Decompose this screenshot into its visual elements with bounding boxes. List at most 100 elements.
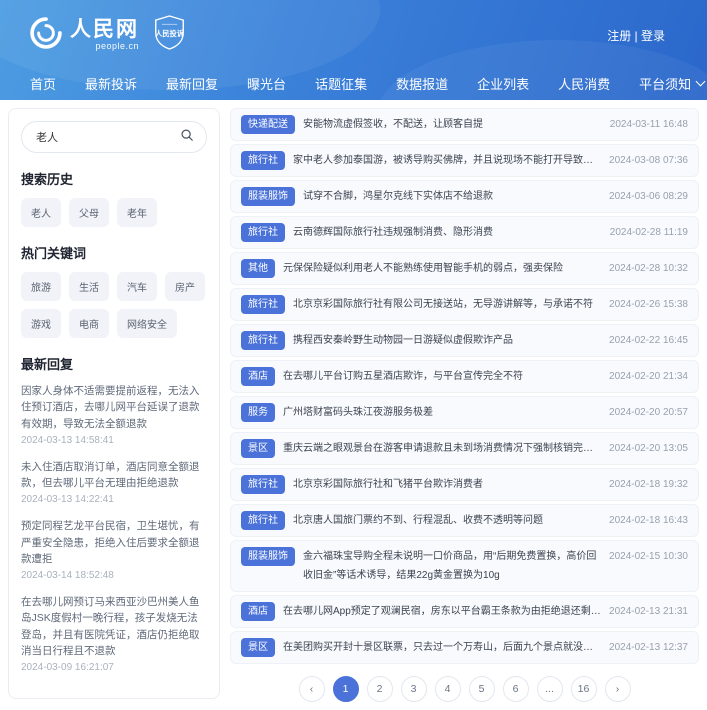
nav-item-6[interactable]: 企业列表: [477, 74, 529, 93]
main-nav: 首页 最新投诉 最新回复 曝光台 话题征集 数据报道 企业列表 人民消费 平台须知: [0, 66, 707, 100]
search-history-tags: 老人 父母 老年: [21, 198, 207, 227]
complaint-row-13[interactable]: 酒店 在去哪儿网App预定了观澜民宿，房东以平台霸王条款为由拒绝退还剩余费用 202…: [230, 595, 699, 628]
page-button-5[interactable]: 5: [468, 676, 495, 702]
nav-item-0[interactable]: 首页: [30, 74, 56, 93]
latest-replies-list: 因家人身体不适需要提前返程，无法入住预订酒店，去哪儿网平台延误了退款有效期，导致…: [21, 383, 207, 673]
sidebar: 搜索历史 老人父母老年 热门关键词 旅游生活汽车房产游戏电商网络安全 最新回复 …: [8, 108, 220, 700]
nav-item-5[interactable]: 数据报道: [396, 74, 448, 93]
search-icon[interactable]: [180, 128, 194, 147]
hot-tag-6[interactable]: 网络安全: [117, 309, 177, 338]
register-login-link[interactable]: 注册 | 登录: [607, 27, 665, 44]
complaint-title: 广州塔财富码头珠江夜游服务极差: [283, 407, 433, 418]
page-button-2[interactable]: 2: [366, 676, 393, 702]
reply-item-1[interactable]: 未入住酒店取消订单，酒店同意全额退款，但去哪儿平台无理由拒绝退款 2024-03-…: [21, 459, 207, 506]
reply-timestamp: 2024-03-13 14:58:41: [21, 434, 114, 446]
reply-item-3[interactable]: 在去哪儿网预订马来西亚沙巴州美人鱼岛JSK度假村一晚行程，孩子发烧无法登岛，并且…: [21, 594, 207, 673]
complaint-row-1[interactable]: 旅行社家中老人参加泰国游，被诱导购买佛牌，并且说现场不能打开导致无法验货，退货被…: [230, 144, 699, 177]
complaint-title: 在去哪儿平台订购五星酒店欺诈，与平台宣传完全不符: [283, 371, 523, 382]
complaint-timestamp: 2024-02-20 21:34: [609, 371, 688, 382]
history-tag-2[interactable]: 老年: [117, 198, 157, 227]
complaint-row-9[interactable]: 景区 重庆云端之眼观景台在游客申请退款且未到场消费情况下强制核销完成订单 2024-…: [230, 432, 699, 465]
hot-tag-3[interactable]: 房产: [165, 272, 205, 301]
hot-keywords-title: 热门关键词: [21, 246, 87, 261]
complaint-row-8[interactable]: 服务 广州塔财富码头珠江夜游服务极差 2024-02-20 20:57: [230, 396, 699, 429]
complaint-timestamp: 2024-02-22 16:45: [609, 335, 688, 346]
complaint-title: 在去哪儿网App预定了观澜民宿，房东以平台霸王条款为由拒绝退还剩余费用: [283, 606, 602, 617]
search-history-title: 搜索历史: [21, 172, 74, 187]
nav-item-4[interactable]: 话题征集: [315, 74, 367, 93]
history-tag-1[interactable]: 父母: [69, 198, 109, 227]
people-cn-logo-icon: [28, 15, 64, 56]
category-badge: 服装服饰: [241, 187, 295, 206]
complaint-title: 携程西安秦岭野生动物园一日游疑似虚假欺诈产品: [293, 335, 513, 346]
complaint-title: 北京京彩国际旅行社有限公司无接送站，无导游讲解等，与承诺不符: [293, 299, 593, 310]
logo-name: 人民网: [70, 18, 139, 41]
complaint-title: 重庆云端之眼观景台在游客申请退款且未到场消费情况下强制核销完成订单: [283, 443, 602, 454]
complaint-list-panel: 快递配送 安能物流虚假签收，不配送，让顾客自提 2024-03-11 16:48 旅行…: [230, 108, 699, 702]
complaint-title: 元保保险疑似利用老人不能熟练使用智能手机的弱点，强卖保险: [283, 263, 563, 274]
category-badge: 酒店: [241, 367, 275, 386]
complaint-timestamp: 2024-03-06 08:29: [609, 191, 688, 202]
complaint-timestamp: 2024-02-15 10:30: [609, 551, 688, 562]
page-button-16[interactable]: 16: [570, 676, 597, 702]
logo-domain: people.cn: [95, 41, 139, 51]
category-badge: 服装服饰: [241, 547, 295, 566]
complaint-list: 快递配送 安能物流虚假签收，不配送，让顾客自提 2024-03-11 16:48 旅行…: [230, 108, 699, 664]
nav-item-8[interactable]: 平台须知: [639, 74, 706, 93]
complaint-row-5[interactable]: 旅行社 北京京彩国际旅行社有限公司无接送站，无导游讲解等，与承诺不符 2024-02…: [230, 288, 699, 321]
complaint-title: 在美团购买开封十景区联票，只去过一个万寿山，后面九个景点就没法使用了: [283, 642, 602, 653]
page-button-1[interactable]: 1: [332, 676, 359, 702]
hot-tag-2[interactable]: 汽车: [117, 272, 157, 301]
nav-item-1[interactable]: 最新投诉: [85, 74, 137, 93]
hot-tag-0[interactable]: 旅游: [21, 272, 61, 301]
category-badge: 旅行社: [241, 511, 285, 530]
category-badge: 旅行社: [241, 151, 285, 170]
category-badge: 旅行社: [241, 295, 285, 314]
reply-item-2[interactable]: 预定同程艺龙平台民宿，卫生堪忧，有严重安全隐患，拒绝入住后要求全额退款遭拒 202…: [21, 518, 207, 581]
complaint-title: 家中老人参加泰国游，被诱导购买佛牌，并且说现场不能打开导致无法验货，退货被拒: [293, 155, 601, 166]
complaint-row-0[interactable]: 快递配送 安能物流虚假签收，不配送，让顾客自提 2024-03-11 16:48: [230, 108, 699, 141]
complaint-timestamp: 2024-02-18 16:43: [609, 515, 688, 526]
category-badge: 快递配送: [241, 115, 295, 134]
page-next-button[interactable]: ›: [604, 676, 631, 702]
content: 搜索历史 老人父母老年 热门关键词 旅游生活汽车房产游戏电商网络安全 最新回复 …: [0, 100, 707, 710]
hot-tag-4[interactable]: 游戏: [21, 309, 61, 338]
complaint-row-2[interactable]: 服装服饰 试穿不合脚，鸿星尔克线下实体店不给退款 2024-03-06 08:29: [230, 180, 699, 213]
chevron-down-icon: [695, 76, 706, 87]
category-badge: 景区: [241, 638, 275, 657]
complaint-row-11[interactable]: 旅行社 北京唐人国旅门票约不到、行程混乱、收费不透明等问题 2024-02-18 1…: [230, 504, 699, 537]
header: 人民网 people.cn 人民投诉 注册 | 登录 首页 最新投诉 最新回复 曝光台…: [0, 0, 707, 100]
complaint-row-14[interactable]: 景区 在美团购买开封十景区联票，只去过一个万寿山，后面九个景点就没法使用了 2024…: [230, 631, 699, 664]
nav-item-7[interactable]: 人民消费: [558, 74, 610, 93]
people-cn-logo[interactable]: 人民网 people.cn: [28, 15, 139, 56]
hot-tag-5[interactable]: 电商: [69, 309, 109, 338]
page-button-6[interactable]: 6: [502, 676, 529, 702]
page-button-4[interactable]: 4: [434, 676, 461, 702]
search-input[interactable]: [34, 130, 180, 144]
complaint-title: 安能物流虚假签收，不配送，让顾客自提: [303, 119, 483, 130]
reply-item-0[interactable]: 因家人身体不适需要提前返程，无法入住预订酒店，去哪儿网平台延误了退款有效期，导致…: [21, 383, 207, 446]
complaint-row-3[interactable]: 旅行社 云南德辉国际旅行社违规强制消费、隐形消费 2024-02-28 11:19: [230, 216, 699, 249]
complaint-row-10[interactable]: 旅行社 北京京彩国际旅行社和飞猪平台欺诈消费者 2024-02-18 19:32: [230, 468, 699, 501]
nav-item-2[interactable]: 最新回复: [166, 74, 218, 93]
complaint-row-12[interactable]: 服装服饰 金六福珠宝导购全程未说明一口价商品，用“后期免费置换，高价回收旧金”等话…: [230, 540, 699, 592]
nav-item-3[interactable]: 曝光台: [247, 74, 286, 93]
complaint-timestamp: 2024-03-08 07:36: [609, 155, 688, 166]
page-button-3[interactable]: 3: [400, 676, 427, 702]
latest-replies-title: 最新回复: [21, 357, 74, 372]
complaint-timestamp: 2024-02-18 19:32: [609, 479, 688, 490]
history-tag-0[interactable]: 老人: [21, 198, 61, 227]
complaint-row-7[interactable]: 酒店 在去哪儿平台订购五星酒店欺诈，与平台宣传完全不符 2024-02-20 21:…: [230, 360, 699, 393]
category-badge: 服务: [241, 403, 275, 422]
hot-tag-1[interactable]: 生活: [69, 272, 109, 301]
complaint-row-6[interactable]: 旅行社 携程西安秦岭野生动物园一日游疑似虚假欺诈产品 2024-02-22 16:4…: [230, 324, 699, 357]
complaint-timestamp: 2024-03-11 16:48: [609, 119, 688, 130]
search-box[interactable]: [21, 121, 207, 153]
page-prev-button[interactable]: ‹: [298, 676, 325, 702]
header-top: 人民网 people.cn 人民投诉 注册 | 登录: [0, 0, 707, 64]
hot-keywords-tags: 旅游 生活 汽车 房产游戏 电商 网络安全: [21, 272, 207, 338]
complaint-row-4[interactable]: 其他 元保保险疑似利用老人不能熟练使用智能手机的弱点，强卖保险 2024-02-28…: [230, 252, 699, 285]
complaint-title: 北京京彩国际旅行社和飞猪平台欺诈消费者: [293, 479, 483, 490]
complaint-timestamp: 2024-02-28 10:32: [609, 263, 688, 274]
complaint-timestamp: 2024-02-13 12:37: [609, 642, 688, 653]
